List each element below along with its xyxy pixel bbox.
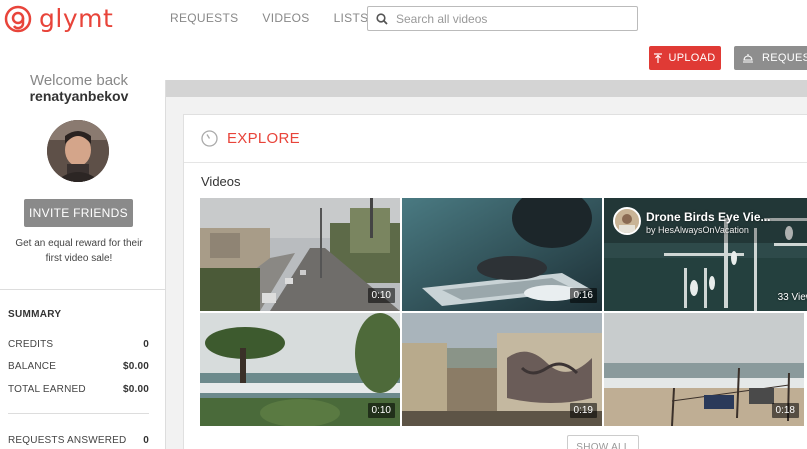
credits-label: CREDITS [8,339,54,350]
welcome-text: Welcome back [29,72,129,89]
video-author[interactable]: by HesAlwaysOnVacation [646,225,749,235]
explore-card: EXPLORE Videos 0:10 0:16 Drone Birds Eye… [183,114,807,449]
invite-friends-button[interactable]: INVITE FRIENDS [24,199,133,227]
search-box[interactable] [367,6,638,31]
balance-label: BALANCE [8,361,57,372]
requests-answered-value: 0 [143,435,149,446]
video-duration: 0:10 [367,288,395,303]
username: renatyanbekov [29,88,129,104]
video-thumbnail-graffiti-ruins[interactable]: 0:19 [402,313,602,426]
avatar-image [47,120,109,182]
video-duration: 0:16 [569,288,597,303]
summary-divider [8,413,149,414]
video-views: 33 Views [777,292,807,303]
video-duration: 0:19 [569,403,597,418]
video-thumbnail-city-street[interactable]: 0:10 [200,198,400,311]
request-icon [743,54,753,63]
total-earned-value: $0.00 [122,384,149,395]
reward-text: Get an equal reward for their first vide… [15,238,143,264]
logo[interactable]: glymt [4,4,113,33]
requests-answered-row: REQUESTS ANSWERED 0 [8,435,149,446]
logo-text: glymt [39,4,114,33]
nav-requests[interactable]: REQUESTS [170,11,238,25]
balance-row: BALANCE $0.00 [8,361,149,372]
nav-videos[interactable]: VIDEOS [262,11,309,25]
video-duration: 0:18 [771,403,799,418]
video-title[interactable]: Drone Birds Eye Vie... [646,210,771,224]
video-thumbnail-marina-aerial[interactable]: Drone Birds Eye Vie... by HesAlwaysOnVac… [604,198,807,311]
sidebar: Welcome back renatyanbekov INVITE FRIEND… [0,72,166,449]
explore-title: EXPLORE [227,130,300,147]
credits-row: CREDITS 0 [8,339,149,350]
search-input[interactable] [396,11,636,26]
avatar[interactable] [47,120,109,182]
glymt-logo-icon [4,5,32,32]
credits-value: 0 [143,339,149,350]
upload-icon [654,53,663,63]
content-top-strip [166,80,807,97]
balance-value: $0.00 [122,361,149,372]
requests-answered-label: REQUESTS ANSWERED [8,435,127,446]
upload-label: UPLOAD [668,52,716,64]
uploader-avatar[interactable] [613,207,641,235]
total-earned-row: TOTAL EARNED $0.00 [8,384,149,395]
request-label: REQUEST [762,52,807,64]
request-button[interactable]: REQUEST [734,46,807,70]
total-earned-label: TOTAL EARNED [8,384,86,395]
top-header: glymt REQUESTS VIDEOS LISTS UPLOAD REQUE… [0,0,807,80]
sidebar-divider [0,289,166,290]
search-icon [376,12,388,25]
upload-button[interactable]: UPLOAD [649,46,721,70]
compass-icon [201,130,218,147]
video-duration: 0:10 [367,403,395,418]
summary-title: SUMMARY [8,309,62,320]
video-thumbnail-coast-tree[interactable]: 0:10 [200,313,400,426]
nav-lists[interactable]: LISTS [334,11,369,25]
show-all-button[interactable]: SHOW ALL [567,435,639,449]
videos-section-label: Videos [201,174,241,189]
video-thumbnail-laptop-typing[interactable]: 0:16 [402,198,602,311]
explore-header: EXPLORE [184,115,807,163]
video-thumbnail-beach-fence[interactable]: 0:18 [604,313,804,426]
main-nav: REQUESTS VIDEOS LISTS [170,11,392,25]
